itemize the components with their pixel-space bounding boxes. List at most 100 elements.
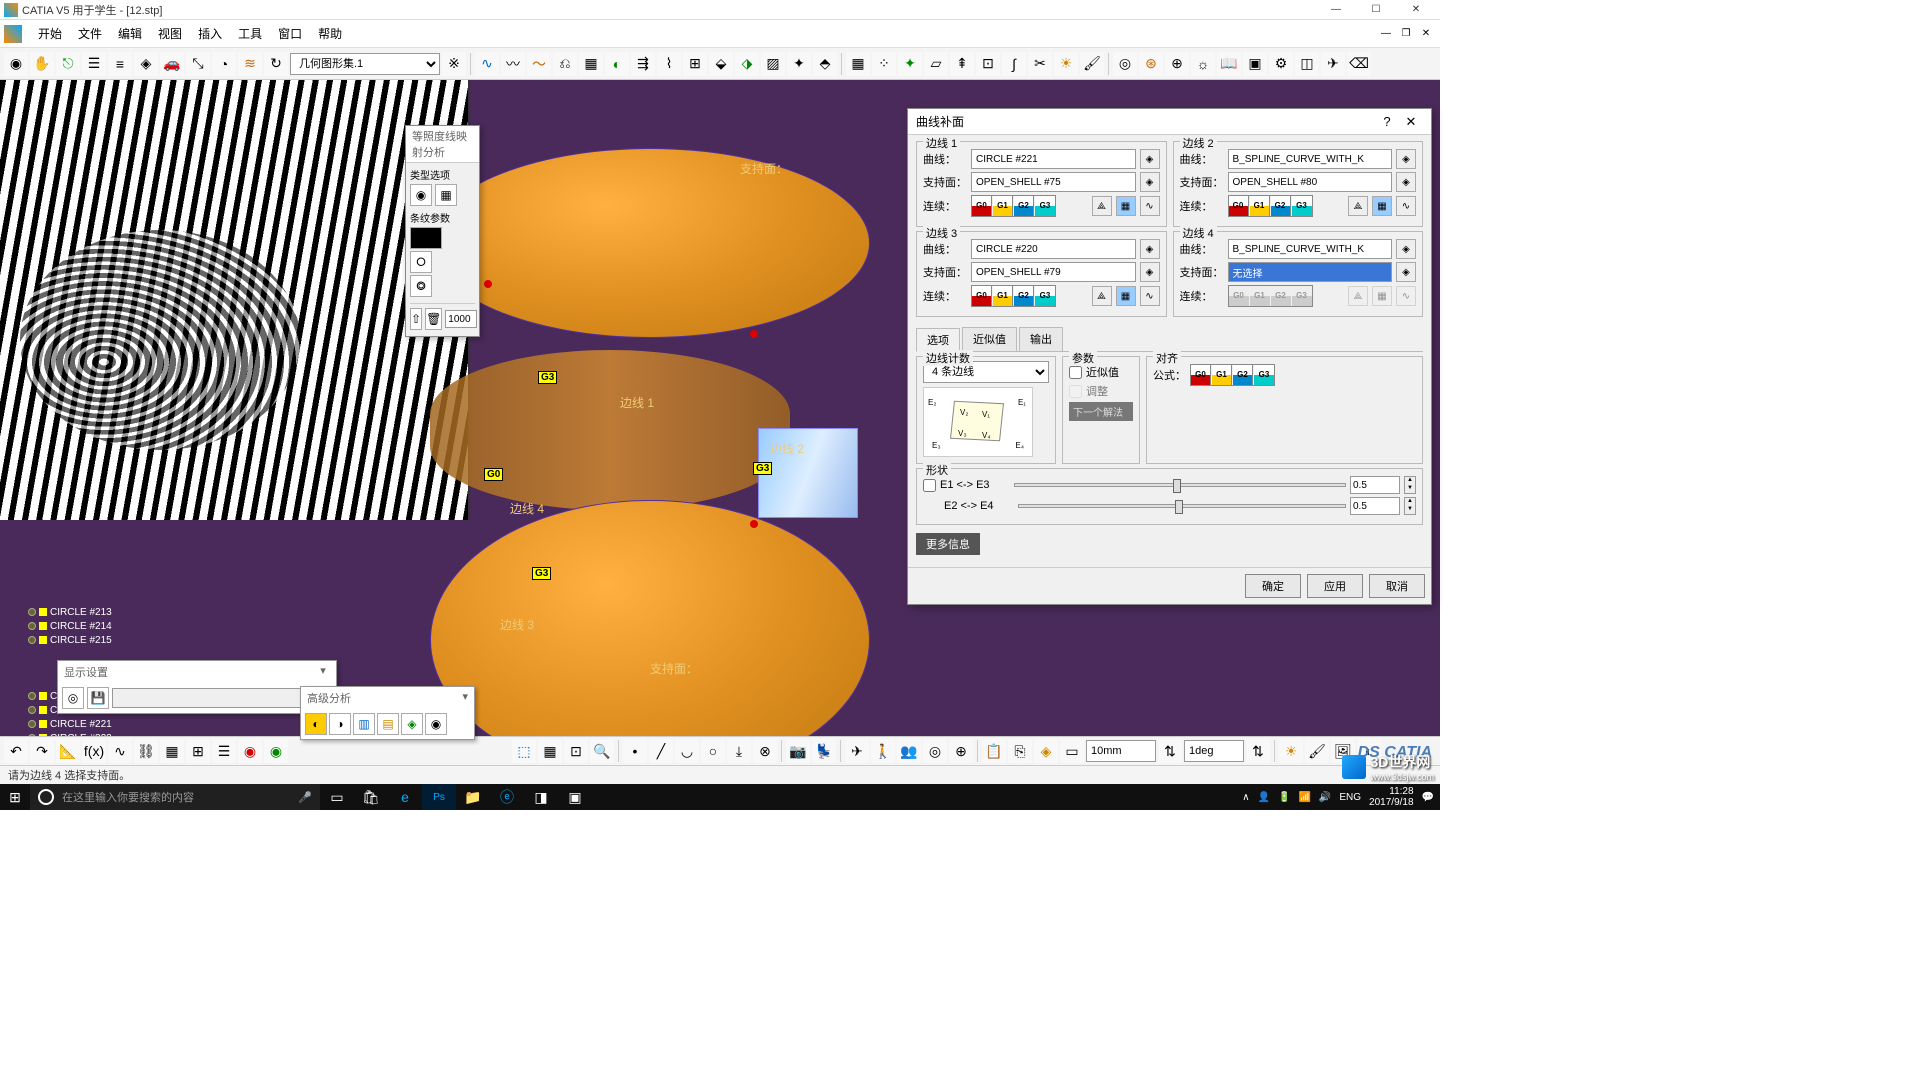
spin-buttons[interactable]: ▲▼ <box>1404 476 1416 494</box>
tray-volume-icon[interactable]: 🔊 <box>1319 792 1331 803</box>
tool-hand-icon[interactable]: ✋ <box>30 52 54 76</box>
tab-options[interactable]: 选项 <box>916 328 960 352</box>
opt2-icon[interactable]: ▦ <box>1372 196 1392 216</box>
people-icon[interactable]: 👥 <box>897 739 921 763</box>
tray-ime[interactable]: ENG <box>1339 792 1361 803</box>
link-icon[interactable]: ⛓ <box>134 739 158 763</box>
tool-asm-icon[interactable]: ⚙ <box>1269 52 1293 76</box>
mdi-close[interactable]: ✕ <box>1416 28 1436 39</box>
opt1-icon[interactable]: ⟁ <box>1092 196 1112 216</box>
opt3-icon[interactable]: ∿ <box>1140 286 1160 306</box>
tool-neutral-icon[interactable]: ⎋ <box>56 52 80 76</box>
tool-draft-icon[interactable]: ◫ <box>1295 52 1319 76</box>
cube-icon[interactable]: ⬚ <box>512 739 536 763</box>
pattern-icon[interactable]: ▦ <box>435 184 457 206</box>
tool-fea1-icon[interactable]: ◎ <box>1113 52 1137 76</box>
maximize-button[interactable]: ☐ <box>1356 0 1396 20</box>
help-icon[interactable]: ? <box>1375 114 1399 129</box>
tray-people-icon[interactable]: 👤 <box>1258 792 1270 803</box>
tool-fea3-icon[interactable]: ⊕ <box>1165 52 1189 76</box>
intersect-icon[interactable]: ⊗ <box>753 739 777 763</box>
shade-icon[interactable]: ▦ <box>538 739 562 763</box>
store-icon[interactable]: 🛍 <box>354 784 388 810</box>
e24-slider[interactable] <box>1018 504 1346 508</box>
adv-tool3-icon[interactable]: ▥ <box>353 713 375 735</box>
group-icon[interactable]: ⊞ <box>186 739 210 763</box>
notification-icon[interactable]: 💬 <box>1422 792 1434 803</box>
tool-bump-icon[interactable]: ⬗ <box>735 52 759 76</box>
align-buttons[interactable]: G0G1G2G3 <box>1190 364 1275 386</box>
color2-icon[interactable]: ◉ <box>264 739 288 763</box>
distance-input[interactable] <box>1086 740 1156 762</box>
copy-icon[interactable]: ⎘ <box>1008 739 1032 763</box>
tool-fea4-icon[interactable]: ☼ <box>1191 52 1215 76</box>
measure-icon[interactable]: 📐 <box>56 739 80 763</box>
display-combo[interactable] <box>112 688 332 708</box>
isophote-title[interactable]: 等照度线映射分析 <box>406 126 479 163</box>
tool-offset-icon[interactable]: ⇶ <box>631 52 655 76</box>
tool-guide-icon[interactable]: ⇞ <box>950 52 974 76</box>
menu-help[interactable]: 帮助 <box>310 25 350 42</box>
tool-paint-icon[interactable]: 🖌 <box>1080 52 1104 76</box>
tool-compass-icon[interactable]: ✦ <box>898 52 922 76</box>
close-icon[interactable]: ▾ <box>462 690 468 706</box>
picker-icon[interactable]: ◈ <box>1140 262 1160 282</box>
e24-value[interactable] <box>1350 497 1400 515</box>
geometric-set-combo[interactable]: 几何图形集.1 <box>290 53 440 75</box>
advanced-analysis-panel[interactable]: 高级分析▾ ◐ ◑ ▥ ▤ ◈ ◉ <box>300 686 475 740</box>
bottom-surface[interactable] <box>430 500 870 746</box>
tool-eraser-icon[interactable]: ⌫ <box>1347 52 1371 76</box>
opt2-icon[interactable]: ▦ <box>1116 286 1136 306</box>
tool-sweep-icon[interactable]: ⌇ <box>657 52 681 76</box>
continuity-label-g3[interactable]: G3 <box>753 462 772 475</box>
ok-button[interactable]: 确定 <box>1245 574 1301 598</box>
tool-catalog-icon[interactable]: 📖 <box>1217 52 1241 76</box>
continuity1-buttons[interactable]: G0G1G2G3 <box>971 195 1056 217</box>
top-surface[interactable] <box>430 148 870 338</box>
tool-car-icon[interactable]: 🚗 <box>160 52 184 76</box>
tool-dmu-icon[interactable]: ✈ <box>1321 52 1345 76</box>
fit-icon[interactable]: ⊡ <box>564 739 588 763</box>
adv-tool5-icon[interactable]: ◈ <box>401 713 423 735</box>
line-tool-icon[interactable]: ╱ <box>649 739 673 763</box>
brush-icon[interactable]: 🖌 <box>1305 739 1329 763</box>
opt1-icon[interactable]: ⟁ <box>1092 286 1112 306</box>
e13-slider[interactable] <box>1014 483 1346 487</box>
tool-loft-icon[interactable]: ⬙ <box>709 52 733 76</box>
stripe-count-input[interactable] <box>445 310 477 328</box>
sun-icon[interactable]: ☀ <box>1279 739 1303 763</box>
approx-checkbox[interactable] <box>1069 366 1082 379</box>
tool-tree-icon[interactable]: ☰ <box>82 52 106 76</box>
project-icon[interactable]: ⤓ <box>727 739 751 763</box>
menu-tools[interactable]: 工具 <box>230 25 270 42</box>
tool-fill-icon[interactable]: ▦ <box>579 52 603 76</box>
tool-align-icon[interactable]: ≡ <box>108 52 132 76</box>
menu-edit[interactable]: 编辑 <box>110 25 150 42</box>
zoom-icon[interactable]: 🔍 <box>590 739 614 763</box>
picker-icon[interactable]: ◈ <box>1140 239 1160 259</box>
picker-icon[interactable]: ◈ <box>1396 239 1416 259</box>
app-icon[interactable]: ◨ <box>524 784 558 810</box>
opt2-icon[interactable]: ▦ <box>1116 196 1136 216</box>
mic-icon[interactable]: 🎤 <box>298 791 312 804</box>
start-button[interactable]: ⊞ <box>0 789 30 806</box>
vertex-marker[interactable] <box>484 280 492 288</box>
tool-multi-icon[interactable]: ⊞ <box>683 52 707 76</box>
tool-curve2-icon[interactable]: 〰 <box>501 52 525 76</box>
support4-input[interactable]: 无选择 <box>1228 262 1393 282</box>
arc-tool-icon[interactable]: ◡ <box>675 739 699 763</box>
continuity3-buttons[interactable]: G0G1G2G3 <box>971 285 1056 307</box>
camera-icon[interactable]: 📷 <box>786 739 810 763</box>
tray-chevron-icon[interactable]: ∧ <box>1242 792 1249 803</box>
stripe-dir2-icon[interactable]: ⭗ <box>410 275 432 297</box>
trash-icon[interactable]: 🗑 <box>425 308 442 330</box>
e13-value[interactable] <box>1350 476 1400 494</box>
edge-icon[interactable]: e <box>388 784 422 810</box>
display-settings-panel[interactable]: 显示设置▾ ◎ 💾 <box>57 660 337 714</box>
tool-spiral-icon[interactable]: ◉ <box>4 52 28 76</box>
tool-gauge-icon[interactable]: ◔ <box>212 52 236 76</box>
vertex-marker[interactable] <box>750 330 758 338</box>
fx-icon[interactable]: f(x) <box>82 739 106 763</box>
stripe-color-icon[interactable] <box>410 227 442 249</box>
dialog-close-icon[interactable]: ✕ <box>1399 114 1423 130</box>
